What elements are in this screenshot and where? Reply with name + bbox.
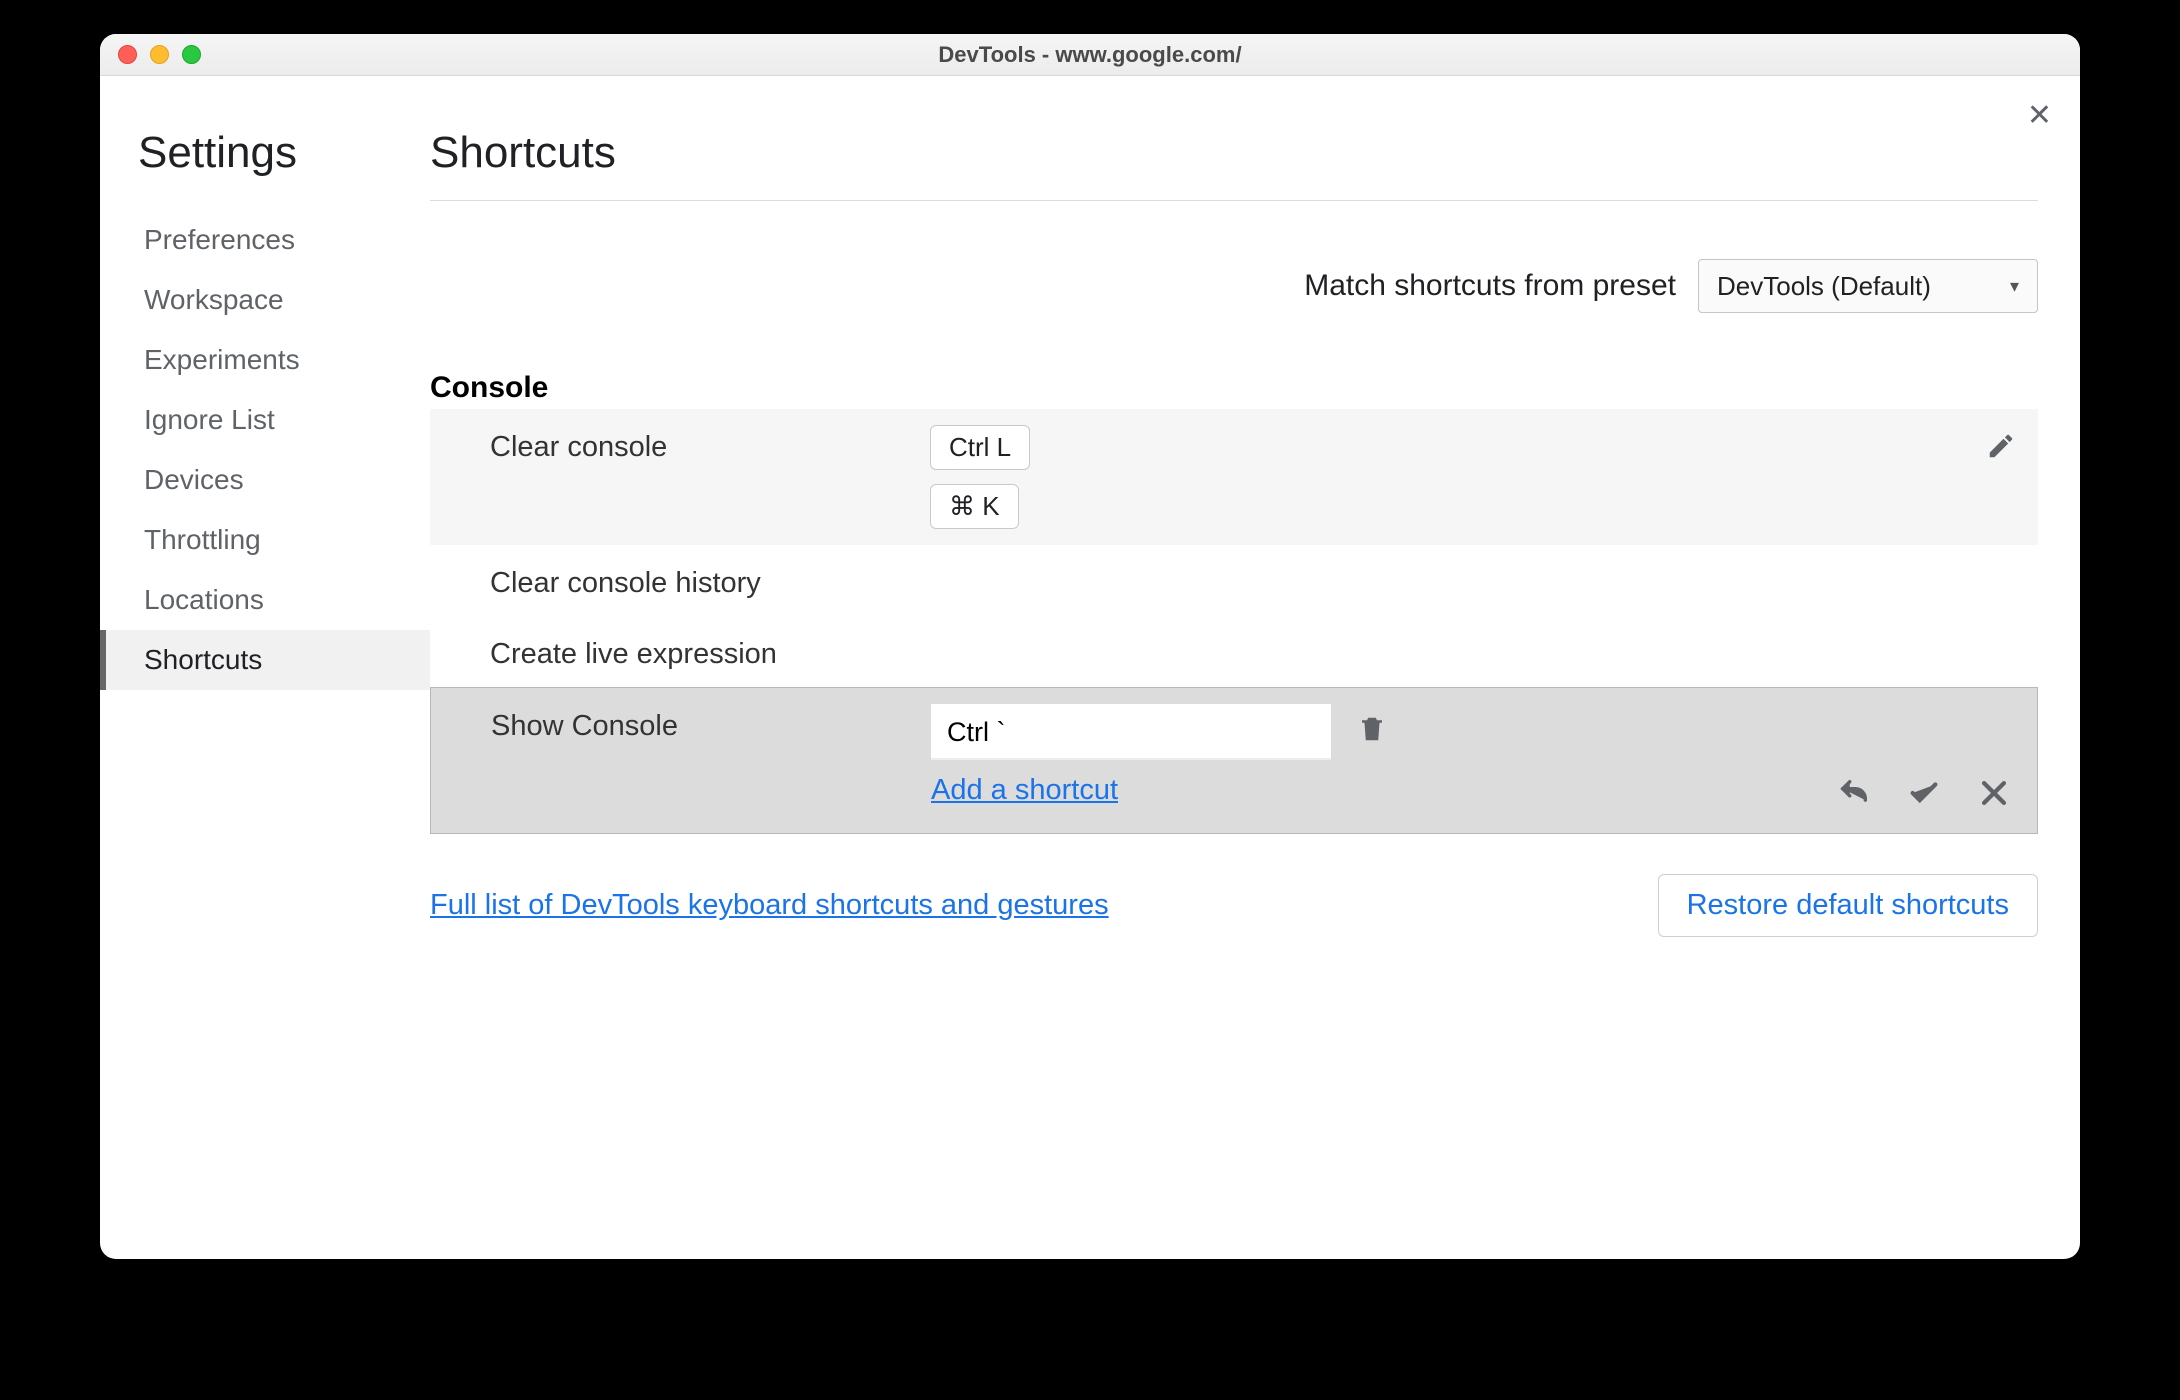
shortcut-input[interactable] (931, 704, 1331, 760)
sidebar-item-throttling[interactable]: Throttling (100, 510, 430, 570)
sidebar-item-locations[interactable]: Locations (100, 570, 430, 630)
settings-body: ✕ Settings Preferences Workspace Experim… (100, 76, 2080, 1259)
edit-actions (1837, 776, 2011, 815)
key-badge: Ctrl L (930, 425, 1030, 470)
shortcut-row-clear-history: Clear console history (430, 545, 2038, 616)
cancel-icon[interactable] (1977, 776, 2011, 815)
devtools-window: DevTools - www.google.com/ ✕ Settings Pr… (100, 34, 2080, 1259)
chevron-down-icon: ▾ (2010, 276, 2019, 297)
shortcut-edit-area: Add a shortcut (931, 704, 1387, 807)
titlebar: DevTools - www.google.com/ (100, 34, 2080, 76)
sidebar-item-devices[interactable]: Devices (100, 450, 430, 510)
close-icon[interactable]: ✕ (2027, 98, 2052, 133)
window-title: DevTools - www.google.com/ (100, 42, 2080, 68)
preset-select[interactable]: DevTools (Default) ▾ (1698, 259, 2038, 313)
full-list-link[interactable]: Full list of DevTools keyboard shortcuts… (430, 889, 1109, 922)
sidebar-item-preferences[interactable]: Preferences (100, 210, 430, 270)
sidebar-item-workspace[interactable]: Workspace (100, 270, 430, 330)
shortcut-row-clear-console: Clear console Ctrl L ⌘ K (430, 409, 2038, 545)
shortcut-label: Show Console (491, 704, 931, 743)
settings-sidebar: Settings Preferences Workspace Experimen… (100, 76, 430, 1259)
sidebar-heading: Settings (100, 128, 430, 210)
sidebar-item-shortcuts[interactable]: Shortcuts (100, 630, 430, 690)
trash-icon[interactable] (1357, 704, 1387, 751)
checkmark-icon[interactable] (1907, 776, 1941, 815)
preset-row: Match shortcuts from preset DevTools (De… (430, 259, 2038, 313)
restore-defaults-button[interactable]: Restore default shortcuts (1658, 874, 2038, 937)
shortcut-row-show-console: Show Console Add a shortcut (430, 687, 2038, 834)
footer: Full list of DevTools keyboard shortcuts… (430, 834, 2038, 937)
shortcut-label: Clear console history (490, 561, 930, 600)
shortcut-keys: Ctrl L ⌘ K (930, 425, 1030, 529)
preset-select-value: DevTools (Default) (1717, 271, 1931, 302)
add-shortcut-link[interactable]: Add a shortcut (931, 774, 1118, 807)
shortcut-label: Create live expression (490, 632, 930, 671)
preset-label: Match shortcuts from preset (1304, 269, 1676, 303)
shortcut-row-create-live-expression: Create live expression (430, 616, 2038, 687)
shortcut-label: Clear console (490, 425, 930, 464)
sidebar-item-ignore-list[interactable]: Ignore List (100, 390, 430, 450)
sidebar-item-experiments[interactable]: Experiments (100, 330, 430, 390)
undo-icon[interactable] (1837, 776, 1871, 815)
settings-main: Shortcuts Match shortcuts from preset De… (430, 76, 2080, 1259)
key-badge: ⌘ K (930, 484, 1019, 529)
page-title: Shortcuts (430, 128, 2038, 201)
pencil-icon[interactable] (1986, 425, 2016, 466)
section-title-console: Console (430, 371, 2038, 405)
